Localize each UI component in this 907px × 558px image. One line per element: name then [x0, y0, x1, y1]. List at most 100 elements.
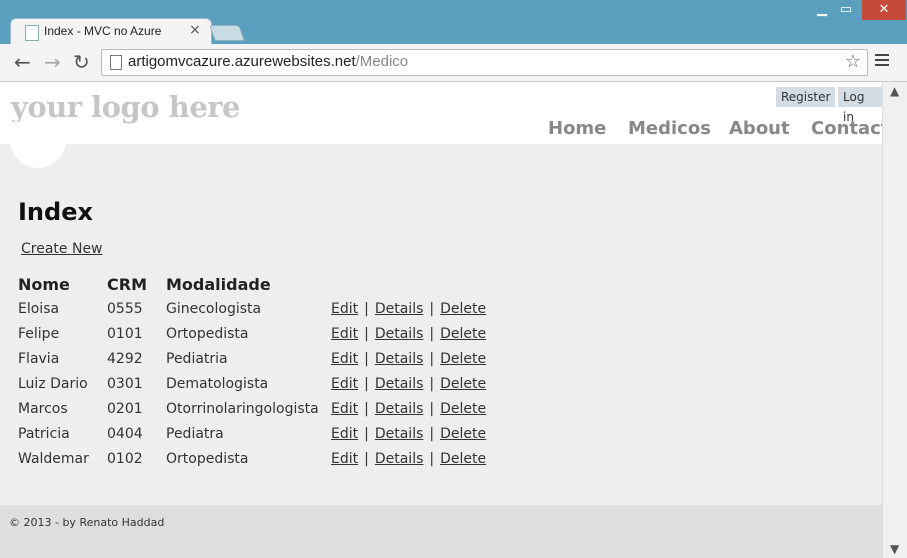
cell-crm: 0404	[107, 425, 143, 442]
delete-link[interactable]: Delete	[440, 351, 486, 367]
site-header: your logo here Register Log in Home Medi…	[0, 82, 882, 144]
bookmark-star-icon[interactable]: ☆	[845, 51, 861, 72]
browser-tab[interactable]: Index - MVC no Azure ×	[10, 18, 212, 45]
site-footer: © 2013 - by Renato Haddad	[0, 505, 882, 558]
row-actions: Edit | Details | Delete	[331, 296, 486, 321]
table-row: Patricia 0404 Pediatra Edit | Details | Delete	[18, 421, 486, 446]
table-row: Eloisa 0555 Ginecologista Edit | Details | Dele…	[18, 296, 486, 321]
window-maximize-button[interactable]: ▭	[832, 0, 860, 20]
details-link[interactable]: Details	[375, 326, 424, 342]
url-path: /Medico	[355, 53, 409, 70]
scroll-down-arrow-icon[interactable]: ▼	[890, 542, 899, 556]
create-new-link[interactable]: Create New	[21, 241, 103, 257]
action-separator: |	[429, 325, 435, 342]
action-separator: |	[429, 375, 435, 392]
action-separator: |	[429, 425, 435, 442]
edit-link[interactable]: Edit	[331, 426, 358, 442]
delete-link[interactable]: Delete	[440, 401, 486, 417]
cell-nome: Waldemar	[18, 450, 89, 467]
column-header-actions	[331, 272, 486, 296]
action-separator: |	[364, 325, 369, 342]
row-actions: Edit | Details | Delete	[331, 371, 486, 396]
cell-crm: 0555	[107, 300, 143, 317]
vertical-scrollbar[interactable]: ▲ ▼	[882, 82, 907, 558]
delete-link[interactable]: Delete	[440, 426, 486, 442]
cell-crm: 0201	[107, 400, 143, 417]
cell-modalidade: Ortopedista	[166, 325, 249, 342]
cell-crm: 4292	[107, 350, 143, 367]
page-favicon-icon	[25, 25, 39, 41]
browser-titlebar: Index - MVC no Azure × ▁ ▭ ✕	[0, 0, 907, 45]
details-link[interactable]: Details	[375, 426, 424, 442]
cell-nome: Eloisa	[18, 300, 60, 317]
edit-link[interactable]: Edit	[331, 401, 358, 417]
table-header-row: Nome CRM Modalidade	[18, 272, 486, 296]
details-link[interactable]: Details	[375, 351, 424, 367]
url-text[interactable]: artigomvcazure.azurewebsites.net/Medico	[128, 53, 408, 70]
delete-link[interactable]: Delete	[440, 376, 486, 392]
column-header-nome: Nome	[18, 274, 70, 294]
row-actions: Edit | Details | Delete	[331, 346, 486, 371]
url-host: artigomvcazure.azurewebsites.net	[128, 53, 356, 70]
cell-nome: Luiz Dario	[18, 375, 88, 392]
edit-link[interactable]: Edit	[331, 351, 358, 367]
edit-link[interactable]: Edit	[331, 326, 358, 342]
footer-copyright: © 2013 - by Renato Haddad	[9, 516, 165, 529]
register-link[interactable]: Register	[776, 87, 836, 107]
column-header-modalidade: Modalidade	[166, 274, 271, 294]
cell-crm: 0101	[107, 325, 143, 342]
edit-link[interactable]: Edit	[331, 376, 358, 392]
nav-contact[interactable]: Contact	[811, 118, 882, 139]
table-row: Marcos 0201 Otorrinolaringologista Edit | Det…	[18, 396, 486, 421]
cell-modalidade: Ortopedista	[166, 450, 249, 467]
table-body: Eloisa 0555 Ginecologista Edit | Details | Dele…	[18, 296, 486, 471]
nav-medicos[interactable]: Medicos	[628, 118, 711, 139]
cell-modalidade: Pediatria	[166, 350, 228, 367]
browser-menu-icon[interactable]	[875, 54, 889, 69]
column-header-crm: CRM	[107, 274, 147, 294]
edit-link[interactable]: Edit	[331, 451, 358, 467]
medicos-table: Nome CRM Modalidade Eloisa 0555 Ginecologi…	[18, 272, 486, 471]
logo-bubble-decoration	[10, 122, 66, 168]
new-tab-button[interactable]	[209, 25, 245, 41]
action-separator: |	[429, 400, 435, 417]
details-link[interactable]: Details	[375, 301, 424, 317]
cell-modalidade: Otorrinolaringologista	[166, 400, 319, 417]
delete-link[interactable]: Delete	[440, 301, 486, 317]
cell-nome: Marcos	[18, 400, 68, 417]
details-link[interactable]: Details	[375, 401, 424, 417]
action-separator: |	[364, 425, 369, 442]
page-icon	[110, 55, 122, 70]
edit-link[interactable]: Edit	[331, 301, 358, 317]
delete-link[interactable]: Delete	[440, 326, 486, 342]
cell-modalidade: Dematologista	[166, 375, 269, 392]
browser-toolbar: ← → ↻ artigomvcazure.azurewebsites.net/M…	[0, 44, 907, 82]
details-link[interactable]: Details	[375, 451, 424, 467]
details-link[interactable]: Details	[375, 376, 424, 392]
site-logo[interactable]: your logo here	[11, 90, 241, 124]
cell-crm: 0102	[107, 450, 143, 467]
tab-title: Index - MVC no Azure	[44, 24, 162, 38]
forward-arrow-icon[interactable]: →	[44, 51, 61, 73]
table-row: Flavia 4292 Pediatria Edit | Details | Delete	[18, 346, 486, 371]
nav-home[interactable]: Home	[548, 118, 606, 139]
delete-link[interactable]: Delete	[440, 451, 486, 467]
action-separator: |	[364, 400, 369, 417]
action-separator: |	[429, 300, 435, 317]
login-link[interactable]: Log in	[838, 87, 882, 124]
address-bar[interactable]: artigomvcazure.azurewebsites.net/Medico …	[101, 49, 868, 76]
table-row: Waldemar 0102 Ortopedista Edit | Details | Dele…	[18, 446, 486, 471]
window-close-button[interactable]: ✕	[862, 0, 906, 20]
cell-modalidade: Pediatra	[166, 425, 224, 442]
scroll-up-arrow-icon[interactable]: ▲	[890, 84, 899, 98]
tab-close-icon[interactable]: ×	[189, 22, 201, 38]
row-actions: Edit | Details | Delete	[331, 421, 486, 446]
scrollbar-track[interactable]	[891, 102, 900, 534]
reload-icon[interactable]: ↻	[73, 51, 90, 73]
cell-nome: Flavia	[18, 350, 60, 367]
nav-about[interactable]: About	[729, 118, 790, 139]
action-separator: |	[429, 350, 435, 367]
row-actions: Edit | Details | Delete	[331, 396, 486, 421]
action-separator: |	[364, 300, 369, 317]
back-arrow-icon[interactable]: ←	[14, 51, 31, 73]
